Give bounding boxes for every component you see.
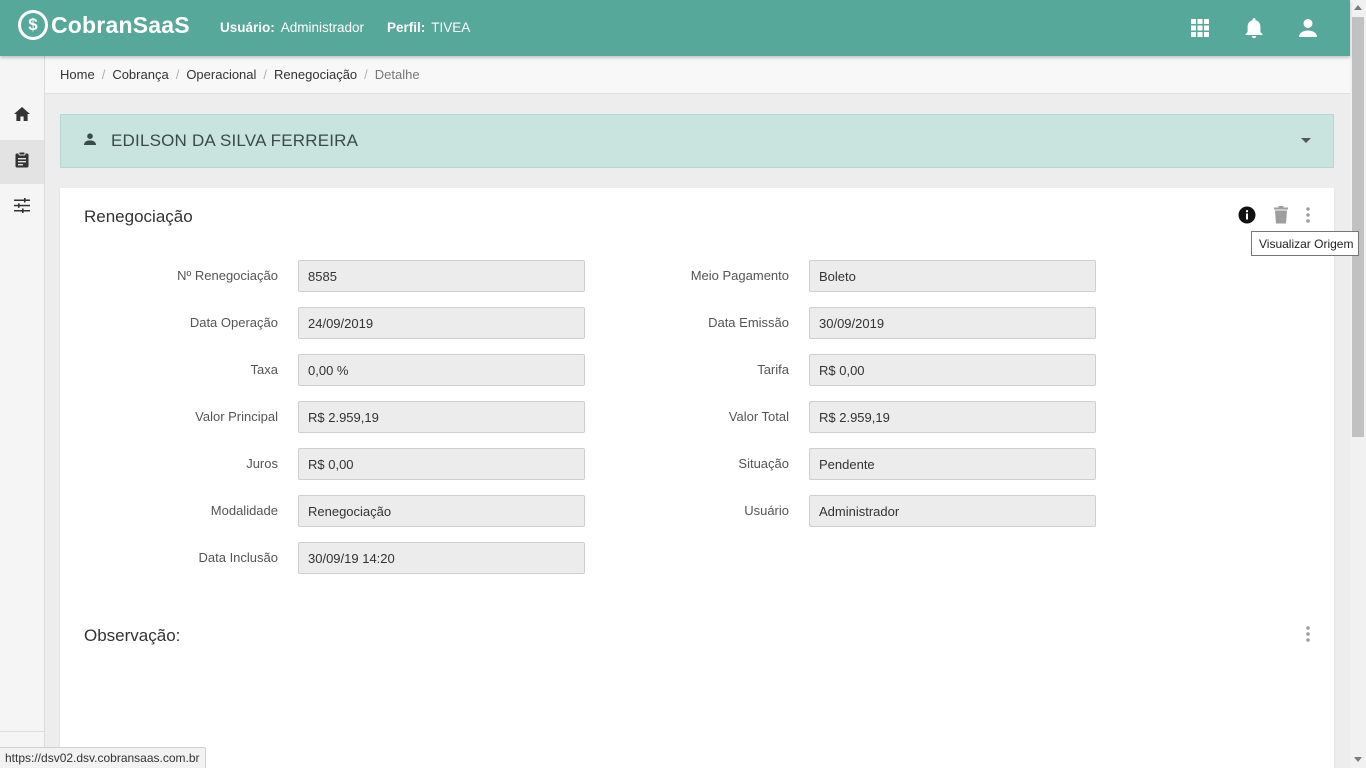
sidebar-item-settings[interactable] bbox=[0, 186, 44, 230]
apps-grid-icon[interactable] bbox=[1187, 15, 1213, 41]
card-title: Renegociação bbox=[84, 207, 193, 226]
caret-down-icon[interactable] bbox=[1301, 138, 1311, 143]
logo-mark: $ bbox=[18, 10, 48, 40]
breadcrumb-current: Detalhe bbox=[374, 67, 420, 82]
info-icon[interactable] bbox=[1238, 206, 1256, 229]
home-icon bbox=[14, 106, 30, 126]
label-data-operacao: Data Operação bbox=[189, 315, 278, 330]
field-data-emissao: 30/09/2019 bbox=[809, 307, 1096, 339]
label-meio-pagamento: Meio Pagamento bbox=[690, 268, 789, 283]
label-situacao: Situação bbox=[738, 456, 789, 471]
scroll-up-icon[interactable] bbox=[1354, 5, 1362, 10]
more-vert-icon[interactable] bbox=[1305, 206, 1311, 229]
field-data-inclusao: 30/09/19 14:20 bbox=[298, 542, 585, 574]
sidebar-divider bbox=[0, 731, 44, 732]
field-tarifa: R$ 0,00 bbox=[809, 354, 1096, 386]
status-url: https://dsv02.dsv.cobransaas.com.br bbox=[0, 747, 206, 768]
sidebar-item-clipboard[interactable] bbox=[0, 140, 44, 184]
bell-icon[interactable] bbox=[1241, 15, 1267, 41]
label-usuario: Usuário bbox=[744, 503, 789, 518]
breadcrumb-separator: / bbox=[175, 67, 180, 82]
breadcrumb-home[interactable]: Home bbox=[60, 67, 95, 82]
current-user: Usuário: Administrador bbox=[220, 20, 364, 35]
field-modalidade: Renegociação bbox=[298, 495, 585, 527]
field-usuario: Administrador bbox=[809, 495, 1096, 527]
field-juros: R$ 0,00 bbox=[298, 448, 585, 480]
label-tarifa: Tarifa bbox=[757, 362, 789, 377]
label-valor-principal: Valor Principal bbox=[195, 409, 278, 424]
label-numero-renegociacao: Nº Renegociação bbox=[177, 268, 278, 283]
client-name: EDILSON DA SILVA FERREIRA bbox=[111, 131, 359, 150]
breadcrumb-separator: / bbox=[263, 67, 268, 82]
sidebar-item-home[interactable] bbox=[0, 94, 44, 138]
logo[interactable]: $ CobranSaaS bbox=[18, 10, 190, 40]
scrollbar-thumb[interactable] bbox=[1352, 17, 1364, 437]
top-navbar: $ CobranSaaS Usuário: Administrador Perfi… bbox=[0, 0, 1350, 56]
user-account-icon[interactable] bbox=[1295, 15, 1321, 41]
label-data-inclusao: Data Inclusão bbox=[198, 550, 279, 565]
renegotiation-card: Renegociação Nº Renegociação 8585 Data O… bbox=[60, 188, 1334, 768]
breadcrumb: Home / Cobrança / Operacional / Renegoci… bbox=[45, 56, 1350, 94]
field-situacao: Pendente bbox=[809, 448, 1096, 480]
breadcrumb-separator: / bbox=[101, 67, 106, 82]
label-valor-total: Valor Total bbox=[728, 409, 789, 424]
observation-title: Observação: bbox=[84, 626, 181, 645]
field-taxa: 0,00 % bbox=[298, 354, 585, 386]
breadcrumb-renegociacao[interactable]: Renegociação bbox=[274, 67, 357, 82]
trash-icon[interactable] bbox=[1274, 206, 1288, 229]
scroll-down-icon[interactable] bbox=[1354, 757, 1362, 762]
profile-label: Perfil: bbox=[387, 20, 426, 35]
clipboard-icon bbox=[15, 151, 29, 173]
tooltip: Visualizar Origem bbox=[1251, 231, 1359, 256]
field-numero-renegociacao: 8585 bbox=[298, 260, 585, 292]
user-label: Usuário: bbox=[220, 20, 275, 35]
breadcrumb-operacional[interactable]: Operacional bbox=[186, 67, 256, 82]
sliders-icon bbox=[14, 198, 30, 218]
observation-more-vert-icon[interactable] bbox=[1305, 625, 1311, 648]
user-value: Administrador bbox=[280, 20, 365, 35]
label-juros: Juros bbox=[246, 456, 278, 471]
breadcrumb-separator: / bbox=[364, 67, 368, 82]
field-valor-principal: R$ 2.959,19 bbox=[298, 401, 585, 433]
field-meio-pagamento: Boleto bbox=[809, 260, 1096, 292]
field-data-operacao: 24/09/2019 bbox=[298, 307, 585, 339]
sidebar bbox=[0, 56, 45, 768]
current-profile: Perfil: TIVEA bbox=[387, 20, 470, 35]
profile-value: TIVEA bbox=[431, 20, 471, 35]
client-header[interactable]: EDILSON DA SILVA FERREIRA bbox=[60, 114, 1334, 168]
label-modalidade: Modalidade bbox=[210, 503, 278, 518]
person-icon bbox=[84, 132, 96, 150]
field-valor-total: R$ 2.959,19 bbox=[809, 401, 1096, 433]
label-taxa: Taxa bbox=[250, 362, 278, 377]
label-data-emissao: Data Emissão bbox=[708, 315, 789, 330]
logo-text: CobranSaaS bbox=[51, 11, 190, 38]
breadcrumb-cobranca[interactable]: Cobrança bbox=[112, 67, 168, 82]
